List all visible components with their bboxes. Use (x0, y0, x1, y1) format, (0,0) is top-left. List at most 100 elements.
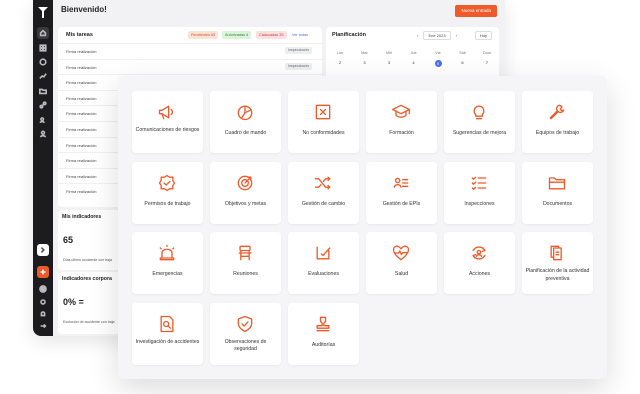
today-button[interactable]: Hoy (474, 31, 492, 40)
module-label: Observaciones de seguridad (224, 338, 267, 353)
task-label: Firma realización (66, 173, 97, 179)
task-row[interactable]: Firma realización Inspecciones (58, 58, 322, 75)
clipboard-doc-icon (550, 245, 562, 261)
module-label: Comunicaciones de riesgos (135, 127, 200, 133)
authorized-badge[interactable]: Autorizadas 4 (222, 31, 252, 39)
indicator-value: 65 (63, 235, 74, 245)
module-tile[interactable]: Sugerencias de mejora (444, 91, 515, 153)
calendar-date-label: 7 (485, 60, 489, 65)
chair-icon (238, 245, 252, 261)
app-logo (37, 5, 49, 19)
calendar-date-label: 3 (363, 60, 366, 65)
module-tile[interactable]: Planificación de la actividad preventiva (522, 232, 593, 294)
module-tile[interactable]: Salud (366, 232, 437, 294)
cycle-user-icon (472, 246, 486, 260)
bell-icon[interactable] (37, 308, 49, 320)
calendar-date[interactable]: 3 (379, 60, 399, 65)
id-card-icon (393, 177, 409, 188)
calendar-date[interactable]: 7 (477, 60, 497, 65)
task-label: Firma realización (66, 95, 97, 101)
module-tile[interactable]: Observaciones de seguridad (210, 302, 281, 365)
calendar-date[interactable]: 3 (355, 60, 375, 65)
logout-icon[interactable] (37, 320, 49, 332)
plus-icon[interactable] (37, 266, 49, 278)
module-label: Planificación de la actividad preventiva (525, 268, 590, 282)
module-tile[interactable]: Comunicaciones de riesgos (132, 91, 203, 153)
module-tile[interactable]: Inspecciones (444, 161, 515, 224)
module-label: Permisos de trabajo (144, 200, 191, 207)
module-tile[interactable]: Acciones (444, 232, 515, 294)
module-label: Emergencias (152, 271, 183, 277)
calendar-day-header: Jue (410, 51, 417, 55)
heart-pulse-icon (392, 245, 410, 261)
trend-icon[interactable] (37, 70, 49, 82)
checklist-icon (471, 176, 487, 190)
lightbulb-icon (473, 105, 485, 120)
pending-badge[interactable]: Pendientes 65 (188, 31, 219, 39)
task-tag: Inspecciones (285, 62, 312, 70)
module-label: Cuadro de mando (224, 130, 267, 136)
module-tile[interactable]: Formación (366, 91, 437, 153)
module-tile[interactable]: Gestión de cambio (288, 161, 359, 224)
stamp-icon (316, 316, 330, 331)
megaphone-icon (158, 105, 174, 120)
link-icon[interactable] (37, 99, 49, 111)
wrench-icon (549, 104, 565, 120)
chevron-right-icon[interactable]: › (456, 33, 457, 38)
module-tile[interactable]: Objetivos y metas (210, 161, 281, 224)
calendar-date[interactable]: 6 (453, 60, 473, 65)
expired-badge[interactable]: Caducadas 35 (256, 31, 287, 39)
grid-icon[interactable] (37, 42, 49, 54)
calendar-date[interactable]: 2 (330, 60, 350, 65)
folder-icon (548, 176, 566, 189)
shuffle-icon (314, 176, 331, 189)
sidebar (33, 0, 53, 336)
calendar-day-header: Lun (336, 51, 344, 55)
module-label: No conformidades (302, 130, 345, 136)
module-tile[interactable]: Permisos de trabajo (132, 161, 203, 224)
module-label: Acciones (468, 271, 491, 277)
corporate-subtitle: Evolución de accidente con baja (63, 320, 115, 324)
module-label: Evaluaciones (308, 271, 339, 277)
module-label: Inspecciones (464, 200, 495, 207)
module-tile[interactable]: Evaluaciones (288, 232, 359, 294)
see-all-link[interactable]: Ver todas (292, 33, 308, 37)
module-label: Equipos de trabajo (535, 130, 580, 136)
page-title: Bienvenido! (61, 5, 107, 14)
module-tile[interactable]: Equipos de trabajo (522, 91, 593, 153)
module-tile[interactable]: Emergencias (132, 232, 203, 294)
user-icon[interactable] (37, 128, 49, 140)
module-tile[interactable]: Reuniones (210, 232, 281, 294)
folder-nav-icon[interactable] (37, 85, 49, 97)
planning-title: Planificación (332, 32, 366, 38)
corporate-title: Indicadores corpora (62, 276, 112, 282)
module-tile[interactable]: Cuadro de mando (210, 91, 281, 153)
month-picker[interactable]: Ene 2023 (423, 31, 451, 40)
calendar-date[interactable]: 4 (404, 60, 424, 65)
calendar-day-header: Mar (361, 51, 368, 55)
settings-icon[interactable] (37, 296, 49, 308)
module-tile[interactable]: Documentos (522, 161, 593, 224)
task-row[interactable]: Firma realización Inspecciones (58, 43, 322, 59)
home-icon[interactable] (37, 27, 49, 39)
task-label: Firma realización (66, 127, 97, 132)
compass-icon[interactable] (37, 56, 49, 68)
users-icon[interactable] (37, 114, 49, 126)
calendar-day-header: Dom (482, 51, 492, 55)
module-tile[interactable]: Auditorías (288, 302, 359, 365)
evaluation-icon (316, 246, 331, 260)
module-tile[interactable]: No conformidades (288, 91, 359, 153)
module-label: Reuniones (233, 271, 258, 277)
tasks-title: Mis tareas (66, 32, 93, 38)
new-entry-button[interactable]: Nueva entrada (455, 5, 497, 17)
chevron-left-icon[interactable]: ‹ (417, 33, 418, 38)
expand-icon[interactable] (37, 244, 49, 256)
module-tile[interactable]: Investigación de accidentes (132, 302, 203, 365)
task-label: Firma realización (66, 80, 97, 86)
calendar-date-label: 3 (387, 60, 391, 65)
avatar[interactable] (37, 283, 49, 295)
task-label: Firma realización (66, 158, 97, 164)
module-tile[interactable]: Gestión de EPIs (366, 161, 437, 224)
task-label: Firma realización (66, 49, 97, 54)
calendar-date[interactable]: 5 (428, 60, 448, 67)
